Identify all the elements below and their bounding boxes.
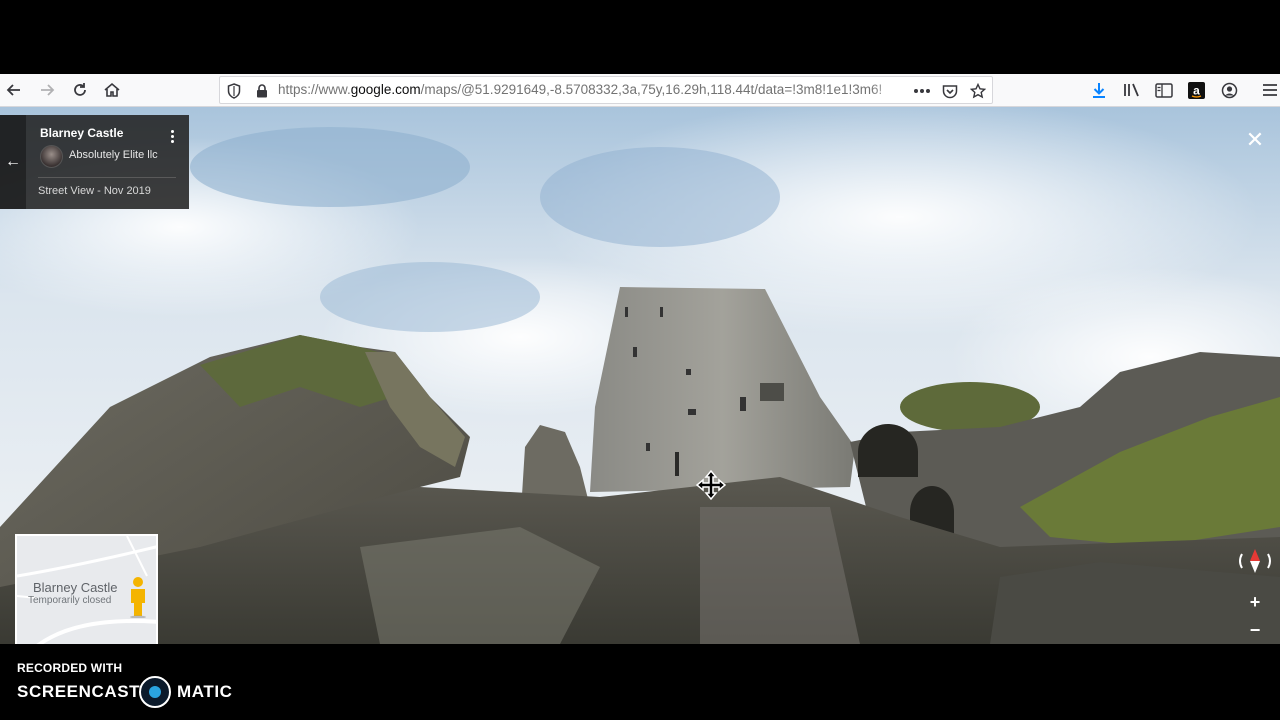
brand-right-text: MATIC xyxy=(177,682,233,701)
brand-left-text: SCREENCAST xyxy=(17,682,141,701)
sidebar-icon[interactable] xyxy=(1150,77,1178,103)
mini-map[interactable]: Blarney Castle Temporarily closed xyxy=(15,534,158,644)
account-icon[interactable] xyxy=(1215,77,1243,103)
more-vert-icon[interactable] xyxy=(163,125,181,147)
zoom-in-button[interactable]: + xyxy=(1245,592,1265,612)
pegman-icon[interactable] xyxy=(127,576,149,618)
compass-icon[interactable] xyxy=(1236,546,1274,576)
amazon-icon[interactable]: a xyxy=(1182,77,1210,103)
pocket-icon[interactable] xyxy=(939,80,961,102)
url-host: google.com xyxy=(350,82,421,97)
reload-icon[interactable] xyxy=(66,77,94,103)
street-view-panorama[interactable] xyxy=(0,107,1280,644)
zoom-out-button[interactable]: − xyxy=(1245,620,1265,640)
back-arrow-icon: ← xyxy=(5,153,21,170)
mini-map-title: Blarney Castle xyxy=(33,580,118,595)
library-icon[interactable] xyxy=(1118,77,1146,103)
close-icon[interactable]: ✕ xyxy=(1243,127,1267,152)
place-title[interactable]: Blarney Castle xyxy=(40,126,123,140)
recording-watermark-bar: RECORDED WITH SCREENCAST MATIC xyxy=(0,644,1280,720)
screencast-logo-icon xyxy=(139,676,171,708)
url-text[interactable]: https://www.google.com/maps/@51.9291649,… xyxy=(278,82,900,100)
star-icon[interactable] xyxy=(967,80,989,102)
back-arrow-icon[interactable] xyxy=(0,77,28,103)
home-icon[interactable] xyxy=(98,77,126,103)
menu-icon[interactable] xyxy=(1256,77,1280,103)
recorded-with-label: RECORDED WITH xyxy=(17,661,123,675)
back-arrow-button[interactable]: ← xyxy=(0,115,26,209)
card-divider xyxy=(38,177,176,178)
download-icon[interactable] xyxy=(1085,77,1113,103)
forward-arrow-icon[interactable] xyxy=(33,77,61,103)
url-fade xyxy=(870,79,905,101)
more-horizontal-icon[interactable] xyxy=(911,80,933,102)
url-path: /maps/@51.9291649,-8.5708332,3a,75y,16.2… xyxy=(420,82,883,97)
svg-text:a: a xyxy=(1193,83,1200,97)
url-prefix: https://www. xyxy=(278,82,351,97)
place-info-card: ← Blarney Castle Absolutely Elite llc St… xyxy=(0,115,189,209)
address-bar[interactable]: https://www.google.com/maps/@51.9291649,… xyxy=(219,76,993,104)
padlock-icon[interactable] xyxy=(251,80,273,102)
shield-icon[interactable] xyxy=(223,80,245,102)
mini-map-subtitle: Temporarily closed xyxy=(28,595,112,606)
author-name[interactable]: Absolutely Elite llc xyxy=(69,149,158,161)
browser-toolbar: https://www.google.com/maps/@51.9291649,… xyxy=(0,74,1280,107)
top-letterbox xyxy=(0,0,1280,74)
street-view-date[interactable]: Street View - Nov 2019 xyxy=(38,185,151,197)
move-cursor-icon xyxy=(696,470,726,500)
author-avatar[interactable] xyxy=(40,145,63,168)
